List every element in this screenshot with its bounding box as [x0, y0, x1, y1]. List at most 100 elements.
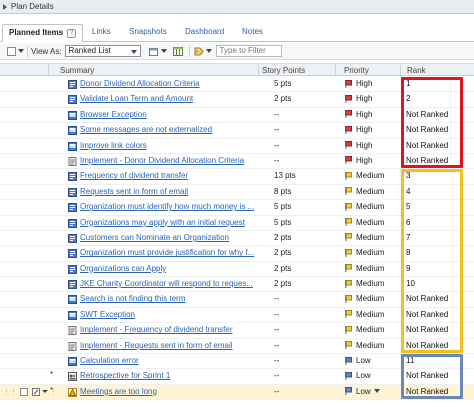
column-header-rank[interactable]: Rank — [407, 66, 426, 75]
item-summary-link[interactable]: SWT Exception — [80, 310, 260, 319]
item-summary-link[interactable]: Implement - Frequency of dividend transf… — [80, 325, 260, 334]
table-row[interactable]: Organization must provide justification … — [0, 246, 474, 262]
priority-cell[interactable]: High — [345, 125, 401, 134]
tab-notes[interactable]: Notes — [236, 24, 269, 42]
priority-cell[interactable]: Medium — [345, 218, 401, 227]
story-points-value[interactable]: 13 pts — [274, 171, 334, 180]
view-as-select[interactable]: Ranked List — [64, 45, 141, 57]
story-points-value[interactable]: 5 pts — [274, 79, 334, 88]
priority-cell[interactable]: High — [345, 79, 401, 88]
rank-value[interactable]: 7 — [406, 233, 460, 242]
help-icon[interactable]: ? — [67, 29, 77, 38]
item-summary-link[interactable]: Customers can Nominate an Organization — [80, 233, 260, 242]
select-menu-chevron-down-icon[interactable] — [18, 49, 24, 53]
rank-value[interactable]: Not Ranked — [406, 141, 460, 150]
rank-value[interactable]: 8 — [406, 248, 460, 257]
story-points-value[interactable]: -- — [274, 156, 334, 165]
rank-value[interactable]: Not Ranked — [406, 341, 460, 350]
priority-cell[interactable]: Low — [345, 371, 401, 380]
rank-value[interactable]: Not Ranked — [406, 371, 460, 380]
priority-cell[interactable]: Medium — [345, 248, 401, 257]
table-row[interactable]: Organizations may apply with an initial … — [0, 216, 474, 231]
rank-value[interactable]: 1 — [406, 79, 460, 88]
item-summary-link[interactable]: Some messages are not externalized — [80, 125, 260, 134]
priority-cell[interactable]: Medium — [345, 202, 401, 211]
new-item-chevron-down-icon[interactable] — [160, 49, 167, 53]
item-summary-link[interactable]: Browser Exception — [80, 110, 260, 119]
priority-cell[interactable]: Medium — [345, 310, 401, 319]
filter-input[interactable]: Type to Filter — [215, 45, 282, 57]
column-header-story-points[interactable]: Story Points — [262, 66, 305, 75]
table-row[interactable]: SWT Exception -- Medium Not Ranked — [0, 308, 474, 324]
rank-value[interactable]: Not Ranked — [406, 325, 460, 334]
rank-value[interactable]: 5 — [406, 202, 460, 211]
item-summary-link[interactable]: Meetings are too long — [80, 387, 260, 396]
collapse-triangle-icon[interactable] — [3, 3, 7, 10]
table-row[interactable]: Requests sent in form of email 8 pts Mediu… — [0, 185, 474, 201]
table-row[interactable]: Implement - Frequency of dividend transf… — [0, 323, 474, 339]
item-summary-link[interactable]: Retrospective for Sprint 1 — [80, 371, 260, 380]
story-points-value[interactable]: -- — [274, 141, 334, 150]
tab-planned-items[interactable]: Planned Items? — [2, 24, 84, 42]
rank-value[interactable]: Not Ranked — [406, 294, 460, 303]
story-points-value[interactable]: -- — [274, 387, 334, 396]
story-points-value[interactable]: -- — [274, 294, 334, 303]
tab-dashboard[interactable]: Dashboard — [179, 24, 230, 42]
table-row[interactable]: Some messages are not externalized -- High… — [0, 123, 474, 139]
story-points-value[interactable]: 8 pts — [274, 187, 334, 196]
table-row[interactable]: Donor Dividend Allocation Criteria 5 pts H… — [0, 77, 474, 93]
story-points-value[interactable]: -- — [274, 371, 334, 380]
rank-value[interactable]: 2 — [406, 94, 460, 103]
rank-value[interactable]: Not Ranked — [406, 387, 460, 396]
story-points-value[interactable]: -- — [274, 110, 334, 119]
item-summary-link[interactable]: Search is not finding this term — [80, 294, 260, 303]
new-item-icon[interactable] — [148, 47, 159, 56]
priority-chevron-down-icon[interactable] — [373, 389, 380, 394]
tab-links[interactable]: Links — [86, 24, 117, 42]
filter-chevron-down-icon[interactable] — [205, 49, 212, 53]
rank-value[interactable]: Not Ranked — [406, 110, 460, 119]
priority-cell[interactable]: Medium — [345, 341, 401, 350]
priority-cell[interactable]: Medium — [345, 294, 401, 303]
priority-cell[interactable]: Low — [345, 356, 401, 365]
item-summary-link[interactable]: JKE Charity Coordinator will respond to … — [80, 279, 260, 288]
priority-cell[interactable]: Medium — [345, 279, 401, 288]
priority-cell[interactable]: High — [345, 94, 401, 103]
story-points-value[interactable]: 2 pts — [274, 279, 334, 288]
table-row[interactable]: Frequency of dividend transfer 13 pts Medi… — [0, 169, 474, 185]
table-row[interactable]: * Retrospective for Sprint 1 -- Low Not Rank… — [0, 369, 474, 385]
column-header-summary[interactable]: Summary — [60, 66, 94, 75]
priority-cell[interactable]: High — [345, 110, 401, 119]
tab-snapshots[interactable]: Snapshots — [123, 24, 173, 42]
table-row[interactable]: Validate Loan Term and Amount 2 pts High 2 — [0, 92, 474, 108]
table-row[interactable]: Organization must identify how much mone… — [0, 200, 474, 216]
item-summary-link[interactable]: Implement - Donor Dividend Allocation Cr… — [80, 156, 260, 165]
table-row[interactable]: JKE Charity Coordinator will respond to … — [0, 277, 474, 293]
table-row[interactable]: Search is not finding this term -- Medium N… — [0, 292, 474, 308]
item-summary-link[interactable]: Requests sent in form of email — [80, 187, 260, 196]
story-points-value[interactable]: -- — [274, 325, 334, 334]
table-row[interactable]: Implement - Donor Dividend Allocation Cr… — [0, 154, 474, 170]
rank-value[interactable]: 4 — [406, 187, 460, 196]
story-points-value[interactable]: -- — [274, 125, 334, 134]
story-points-value[interactable]: 2 pts — [274, 94, 334, 103]
item-summary-link[interactable]: Organizations may apply with an initial … — [80, 218, 260, 227]
priority-cell[interactable]: Medium — [345, 233, 401, 242]
item-summary-link[interactable]: Organization must identify how much mone… — [80, 202, 260, 211]
story-points-value[interactable]: -- — [274, 341, 334, 350]
priority-cell[interactable]: Low — [345, 387, 401, 396]
table-row[interactable]: Browser Exception -- High Not Ranked — [0, 108, 474, 124]
story-points-value[interactable]: 5 pts — [274, 202, 334, 211]
story-points-value[interactable]: 2 pts — [274, 248, 334, 257]
drag-handle-icon[interactable]: ⋮⋮ — [3, 388, 17, 396]
table-row[interactable]: Improve link colors -- High Not Ranked — [0, 139, 474, 154]
columns-icon[interactable] — [172, 46, 183, 56]
story-points-value[interactable]: 2 pts — [274, 233, 334, 242]
rank-value[interactable]: 3 — [406, 171, 460, 180]
row-menu-chevron-down-icon[interactable] — [42, 390, 48, 394]
rank-value[interactable]: Not Ranked — [406, 156, 460, 165]
table-row[interactable]: Customers can Nominate an Organization 2 … — [0, 231, 474, 247]
priority-cell[interactable]: Medium — [345, 171, 401, 180]
edit-icon[interactable] — [32, 387, 40, 396]
select-all-checkbox[interactable] — [7, 46, 16, 56]
